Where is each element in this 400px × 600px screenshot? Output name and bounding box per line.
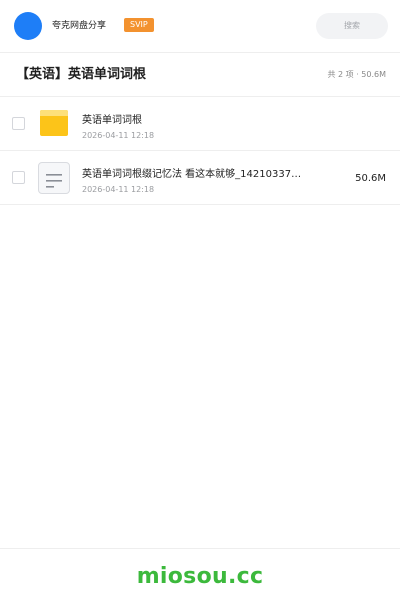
folder-icon bbox=[40, 110, 68, 136]
file-date: 2026-04-11 12:18 bbox=[82, 185, 155, 194]
footer: miosou.cc bbox=[0, 548, 400, 600]
site-watermark[interactable]: miosou.cc bbox=[0, 563, 400, 591]
file-name[interactable]: 英语单词词根缀记忆法 看这本就够_14210337… bbox=[82, 168, 301, 181]
file-date: 2026-04-11 12:18 bbox=[82, 131, 155, 140]
sharer-name: 夸克网盘分享 bbox=[52, 21, 107, 31]
page-title: 【英语】英语单词词根 bbox=[16, 67, 147, 82]
search-input[interactable]: 搜索 bbox=[316, 13, 388, 39]
file-size: 50.6M bbox=[355, 173, 386, 184]
document-icon bbox=[38, 162, 70, 194]
search-placeholder: 搜索 bbox=[344, 21, 360, 30]
folder-header: 【英语】英语单词词根 共 2 项 · 50.6M bbox=[0, 53, 400, 97]
select-checkbox[interactable] bbox=[12, 117, 25, 130]
list-item[interactable]: 英语单词词根缀记忆法 看这本就够_14210337… 2026-04-11 12… bbox=[0, 151, 400, 205]
list-item[interactable]: 英语单词词根 2026-04-11 12:18 bbox=[0, 97, 400, 151]
select-checkbox[interactable] bbox=[12, 171, 25, 184]
top-bar: 夸克网盘分享 SVIP 搜索 bbox=[0, 0, 400, 53]
folder-summary: 共 2 项 · 50.6M bbox=[327, 70, 386, 79]
file-name[interactable]: 英语单词词根 bbox=[82, 114, 142, 127]
svip-badge: SVIP bbox=[124, 18, 154, 32]
avatar[interactable] bbox=[14, 12, 42, 40]
